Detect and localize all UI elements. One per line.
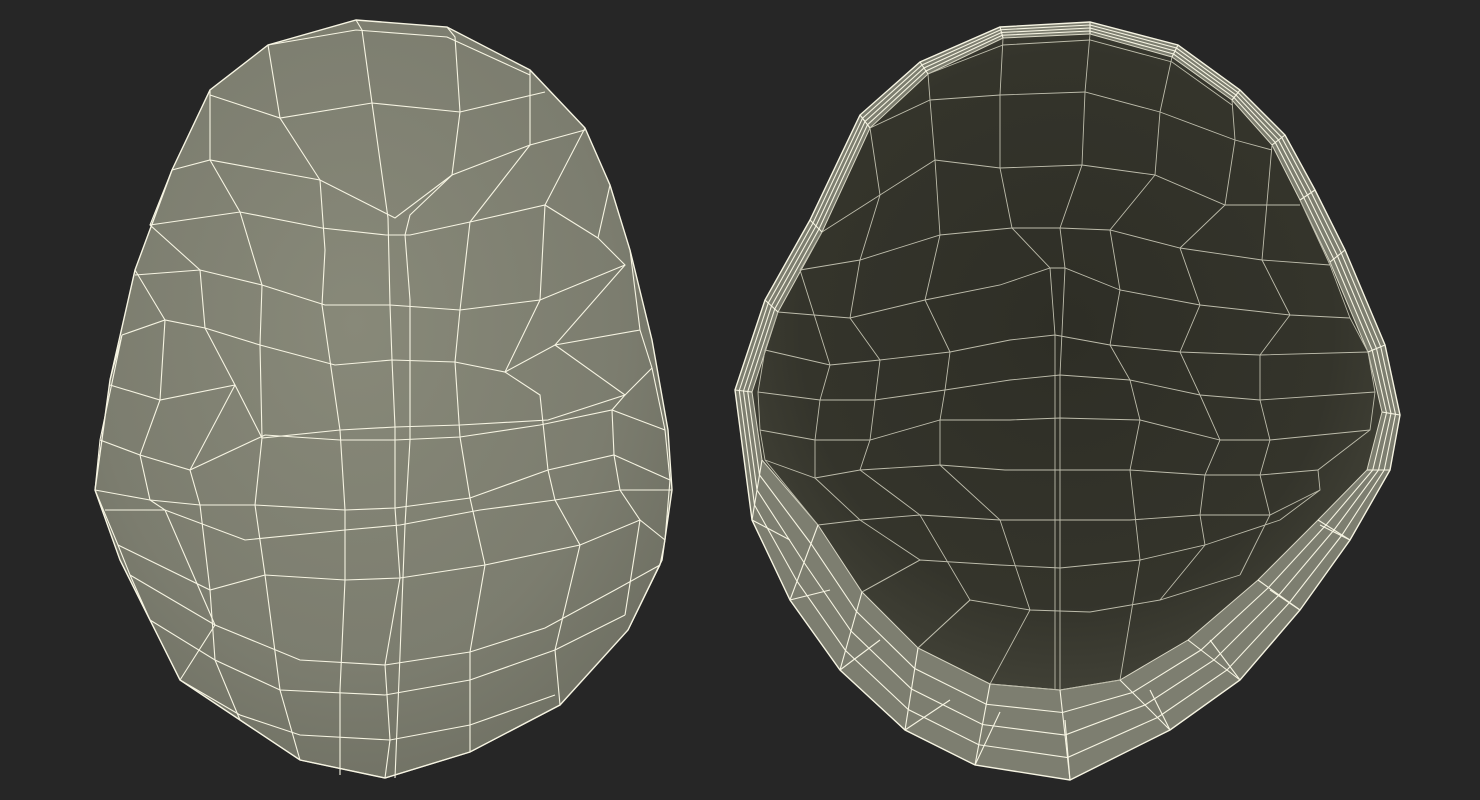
viewport <box>0 0 1480 800</box>
mesh-interior-view <box>734 21 1401 781</box>
render-canvas <box>94 19 1401 781</box>
exterior-silhouette <box>94 19 673 779</box>
mesh-exterior-view <box>94 19 673 779</box>
